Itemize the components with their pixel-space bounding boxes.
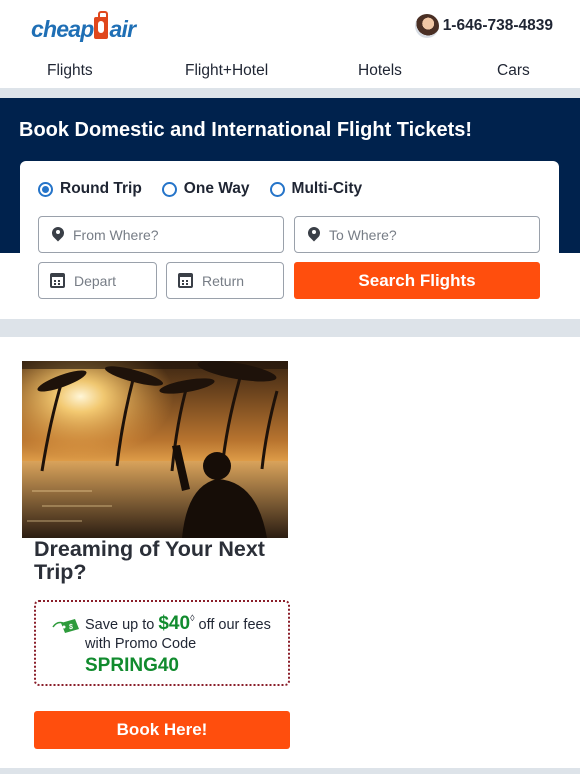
to-where-input[interactable]: To Where? — [294, 216, 540, 253]
luggage-icon — [94, 11, 109, 39]
from-where-input[interactable]: From Where? — [38, 216, 284, 253]
search-flights-button[interactable]: Search Flights — [294, 262, 540, 299]
divider — [0, 88, 580, 98]
tag-value: $ — [69, 624, 73, 631]
site-header: cheap air 1-646-738-4839 — [0, 0, 580, 54]
hero-title: Book Domestic and International Flight T… — [19, 119, 473, 141]
phone-contact[interactable]: 1-646-738-4839 — [414, 14, 553, 38]
trip-type-multi-city[interactable]: Multi-City — [269, 180, 363, 198]
nav-item-cars[interactable]: Cars — [497, 62, 530, 80]
return-placeholder: Return — [202, 272, 245, 289]
trip-type-selector: Round Trip One Way Multi-City — [38, 180, 382, 198]
nav-item-flight-hotel[interactable]: Flight+Hotel — [185, 62, 268, 80]
location-pin-icon — [52, 227, 64, 243]
trip-type-round-trip[interactable]: Round Trip — [38, 180, 142, 198]
depart-date-input[interactable]: Depart — [38, 262, 157, 299]
return-date-input[interactable]: Return — [166, 262, 284, 299]
promo-code-box: $ Save up to $40◊ off our fees with Prom… — [34, 600, 290, 686]
book-here-button[interactable]: Book Here! — [34, 711, 290, 749]
divider — [0, 768, 580, 774]
radio-label: Round Trip — [60, 180, 142, 197]
to-placeholder: To Where? — [329, 226, 397, 243]
calendar-icon — [178, 273, 193, 288]
promo-title: Dreaming of Your Next Trip? — [34, 537, 265, 584]
promo-code[interactable]: SPRING40 — [85, 655, 179, 677]
phone-number[interactable]: 1-646-738-4839 — [443, 17, 553, 35]
price-tag-icon: $ — [52, 619, 79, 633]
nav-item-flights[interactable]: Flights — [47, 62, 93, 80]
main-nav: Flights Flight+Hotel Hotels Cars — [0, 54, 580, 88]
nav-item-hotels[interactable]: Hotels — [358, 62, 402, 80]
sunset-illustration — [22, 361, 288, 538]
depart-placeholder: Depart — [74, 272, 117, 289]
radio-button[interactable] — [161, 181, 177, 197]
radio-label: One Way — [183, 180, 250, 197]
discount-amount: $40 — [158, 613, 191, 634]
from-placeholder: From Where? — [73, 226, 159, 243]
radio-button[interactable] — [269, 181, 285, 197]
promo-savings-text: Save up to $40◊ off our fees — [85, 613, 271, 635]
logo-text-part: air — [109, 16, 136, 42]
promo-code-intro: with Promo Code — [85, 636, 197, 652]
location-pin-icon — [308, 227, 320, 243]
logo-text-part: cheap — [31, 16, 94, 42]
divider — [0, 319, 580, 337]
cheapoair-logo[interactable]: cheap air — [31, 10, 136, 44]
calendar-icon — [50, 273, 65, 288]
save-suffix: off our fees — [194, 617, 271, 633]
radio-label: Multi-City — [291, 180, 363, 197]
agent-avatar-icon — [414, 14, 439, 38]
sunset-pool-image[interactable] — [22, 361, 288, 538]
trip-type-one-way[interactable]: One Way — [161, 180, 250, 198]
save-prefix: Save up to — [85, 617, 159, 633]
radio-button[interactable] — [38, 181, 53, 197]
